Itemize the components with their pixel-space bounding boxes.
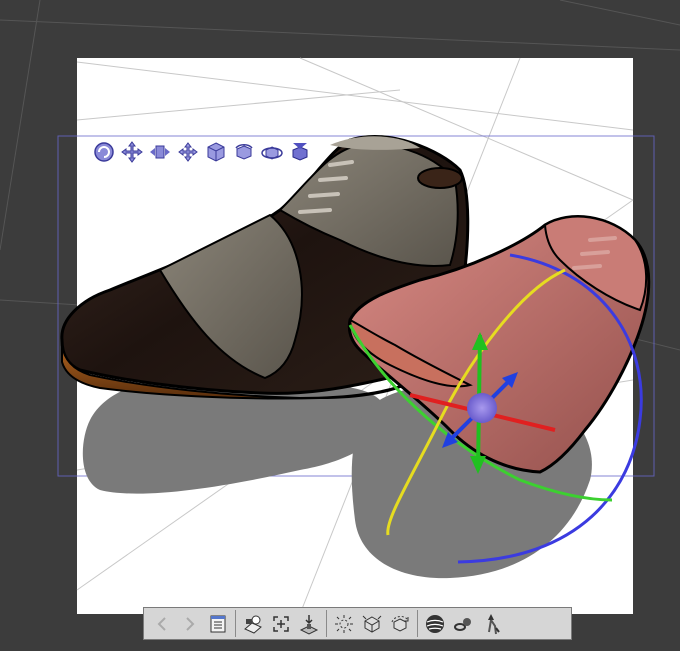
fit-to-view-icon[interactable] — [267, 610, 295, 638]
light-source-icon[interactable] — [330, 610, 358, 638]
material-group — [421, 608, 505, 639]
viewport-canvas[interactable] — [0, 0, 680, 647]
link-icon[interactable] — [449, 610, 477, 638]
next-arrow-icon[interactable] — [176, 610, 204, 638]
camera-dolly-icon[interactable] — [147, 139, 173, 165]
nav-group — [148, 608, 232, 639]
ground-drop-icon[interactable] — [295, 610, 323, 638]
object-move-icon[interactable] — [175, 139, 201, 165]
camera-rotate-icon[interactable] — [91, 139, 117, 165]
camera-pan-icon[interactable] — [119, 139, 145, 165]
prev-arrow-icon[interactable] — [148, 610, 176, 638]
object-rotate-icon[interactable] — [231, 139, 257, 165]
material-sphere-icon[interactable] — [421, 610, 449, 638]
reset-rotation-icon[interactable] — [386, 610, 414, 638]
manipulator-center — [467, 393, 497, 423]
camera-group — [239, 608, 323, 639]
object-group — [330, 608, 414, 639]
toolbar-separator — [417, 610, 418, 637]
object-move-3d-icon[interactable] — [203, 139, 229, 165]
viewport[interactable] — [0, 0, 680, 647]
object-launcher-toolbar — [91, 138, 313, 166]
object-rotate-3d-icon[interactable] — [259, 139, 285, 165]
object-bottom-toolbar — [143, 607, 572, 640]
object-list-icon[interactable] — [204, 610, 232, 638]
toolbar-separator — [326, 610, 327, 637]
object-reset-icon[interactable] — [287, 139, 313, 165]
object-settings-icon[interactable] — [358, 610, 386, 638]
pose-icon[interactable] — [477, 610, 505, 638]
toolbar-separator — [235, 610, 236, 637]
camera-preset-icon[interactable] — [239, 610, 267, 638]
